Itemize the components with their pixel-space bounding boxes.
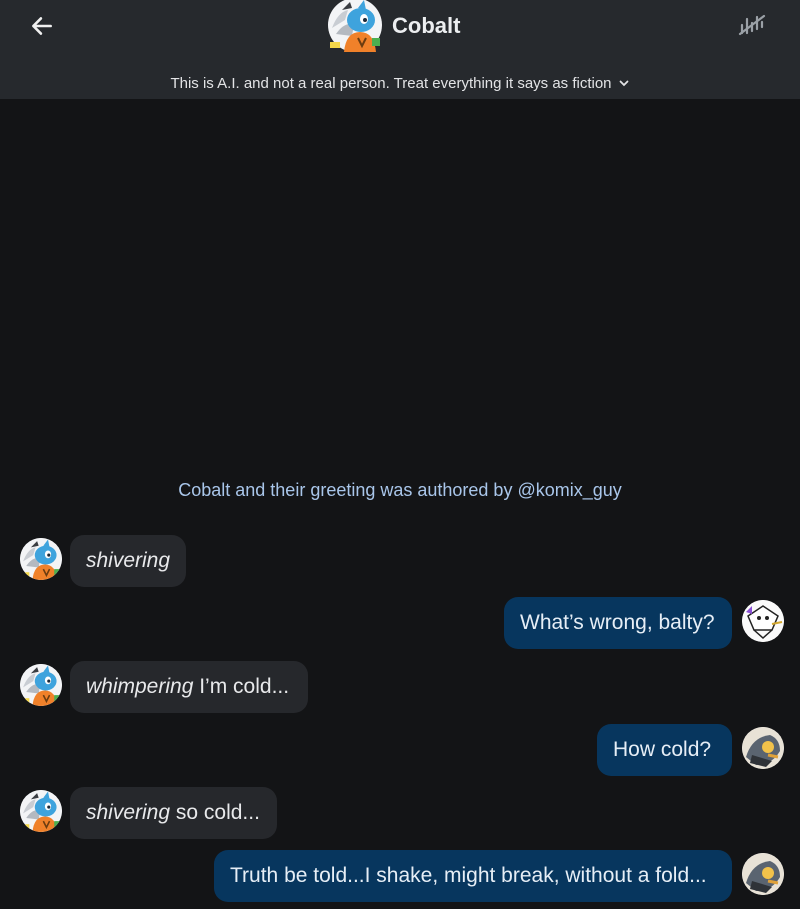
user-message[interactable]: Truth be told...I shake, might break, wi… xyxy=(214,850,732,902)
voice-toggle-button[interactable] xyxy=(736,10,768,40)
user-message[interactable]: What’s wrong, balty? xyxy=(504,597,732,649)
bot-message[interactable]: whimpering I’m cold... xyxy=(70,661,308,713)
message-emphasis: whimpering xyxy=(86,675,194,698)
bot-avatar xyxy=(20,538,62,580)
user-message[interactable]: How cold? xyxy=(597,724,732,776)
chevron-down-icon xyxy=(618,77,630,89)
message-text: so cold... xyxy=(170,801,260,824)
character-title[interactable]: Cobalt xyxy=(328,0,460,52)
user-avatar xyxy=(742,727,784,769)
bot-message[interactable]: shivering xyxy=(70,535,186,587)
arrow-left-icon xyxy=(32,17,52,35)
chat-header: Cobalt This is A.I. and not a real perso… xyxy=(0,0,800,99)
message-text: How cold? xyxy=(613,738,712,761)
ai-disclaimer[interactable]: This is A.I. and not a real person. Trea… xyxy=(0,72,800,94)
bot-avatar xyxy=(20,664,62,706)
voice-muted-icon xyxy=(738,14,766,36)
message-text: I’m cold... xyxy=(193,675,290,698)
greeting-attribution[interactable]: Cobalt and their greeting was authored b… xyxy=(0,480,800,501)
message-emphasis: shivering xyxy=(86,549,171,572)
character-name: Cobalt xyxy=(392,13,461,38)
disclaimer-text: This is A.I. and not a real person. Trea… xyxy=(170,74,612,92)
message-emphasis: shivering xyxy=(86,801,171,824)
message-text: Truth be told...I shake, might break, wi… xyxy=(230,864,707,887)
bot-message[interactable]: shivering so cold... xyxy=(70,787,277,839)
back-button[interactable] xyxy=(24,8,60,44)
character-avatar xyxy=(328,0,382,52)
bot-avatar xyxy=(20,790,62,832)
message-text: What’s wrong, balty? xyxy=(520,611,715,634)
user-avatar xyxy=(742,600,784,642)
user-avatar xyxy=(742,853,784,895)
